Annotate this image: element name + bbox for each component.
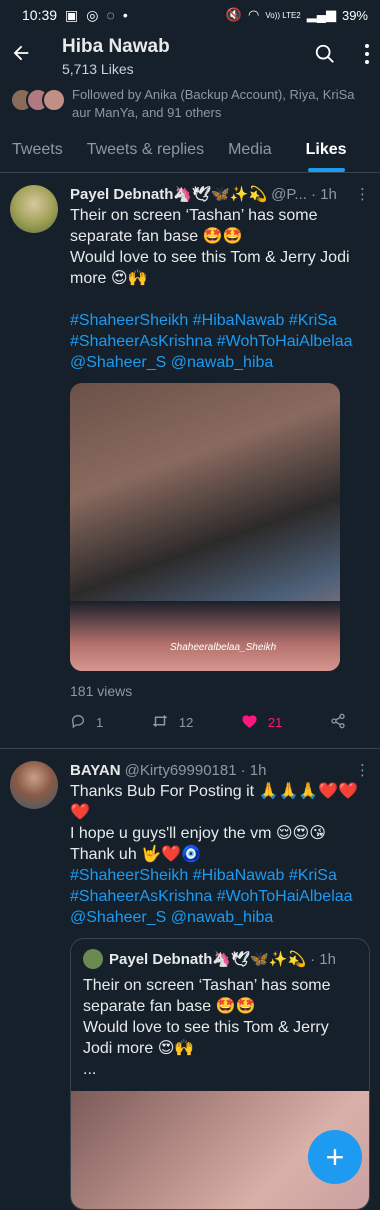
view-count: 181 views <box>70 683 133 699</box>
search-icon[interactable] <box>314 43 336 70</box>
tweet-author-handle[interactable]: @Kirty69990181 <box>125 762 237 779</box>
tab-media[interactable]: Media <box>216 128 284 172</box>
wifi-icon: ◠ <box>247 7 260 22</box>
tweet-video[interactable]: Shaheeralbelaa_Sheikh <box>70 383 340 671</box>
likes-count: 5,713 Likes <box>62 60 134 77</box>
messenger-icon: ◌ <box>106 7 115 23</box>
compose-tweet-button[interactable]: + <box>308 1130 362 1184</box>
tweet-actions: 1 12 21 <box>70 699 370 748</box>
tweet-author-name[interactable]: Payel Debnath🦄🕊🦋✨💫 <box>70 185 267 203</box>
tweet-more-icon[interactable]: ⋮ <box>355 761 370 779</box>
reply-icon <box>70 713 86 732</box>
more-options-icon[interactable] <box>364 43 370 70</box>
tweet-author-name[interactable]: BAYAN <box>70 762 121 779</box>
page-title: Hiba Nawab <box>62 35 170 57</box>
tweet-text: Their on screen ‘Tashan’ has some separa… <box>70 207 350 287</box>
quoted-tweet-text: Their on screen ‘Tashan’ has some separa… <box>83 977 331 1078</box>
tab-tweets[interactable]: Tweets <box>0 128 75 172</box>
followed-by-text: Followed by Anika (Backup Account), Riya… <box>72 87 355 120</box>
share-icon <box>330 713 346 732</box>
tab-label: Tweets & replies <box>86 141 205 158</box>
profile-header: Hiba Nawab 5,713 Likes <box>0 30 380 82</box>
avatar[interactable] <box>10 761 58 809</box>
avatar[interactable] <box>10 185 58 233</box>
status-bar: 10:39 ▣ ◎ ◌ • 🔇 ◠ Vo)) LTE2 ▂▄▆ 39% <box>0 0 380 30</box>
tweet-author-handle[interactable]: @P... <box>271 186 307 203</box>
plus-icon: + <box>325 1139 345 1175</box>
instagram-icon: ◎ <box>86 6 99 23</box>
followed-by[interactable]: Followed by Anika (Backup Account), Riya… <box>0 82 380 128</box>
battery-label: 39% <box>341 7 368 23</box>
quoted-tweet-time: · 1h <box>310 950 336 968</box>
tab-likes[interactable]: Likes <box>294 128 359 172</box>
retweet-count: 12 <box>178 715 194 730</box>
tweet-hashtags[interactable]: #ShaheerSheikh #HibaNawab #KriSa #Shahee… <box>70 865 370 928</box>
gallery-icon: ▣ <box>65 6 79 23</box>
like-count: 21 <box>267 715 283 730</box>
signal-icon: ▂▄▆ <box>306 7 336 22</box>
like-button[interactable]: 21 <box>241 713 282 732</box>
retweet-icon <box>151 713 169 732</box>
dot-icon: • <box>122 7 128 23</box>
tab-label: Tweets <box>12 141 63 158</box>
tweet-time: · 1h <box>310 185 337 203</box>
tweet-time: · 1h <box>240 761 267 779</box>
back-arrow-icon[interactable] <box>10 42 44 71</box>
tweet[interactable]: Payel Debnath🦄🕊🦋✨💫 @P... · 1h ⋮ Their on… <box>0 173 380 749</box>
avatar <box>42 88 66 112</box>
tweet-hashtags[interactable]: #ShaheerSheikh #HibaNawab #KriSa #Shahee… <box>70 310 370 373</box>
tweet-text: Thanks Bub For Posting it 🙏🙏🙏❤️❤️❤️ I ho… <box>70 783 359 863</box>
avatar <box>83 949 103 969</box>
heart-icon <box>241 713 258 732</box>
reply-count: 1 <box>96 715 104 730</box>
tab-label: Media <box>228 141 272 158</box>
network-label: Vo)) LTE2 <box>265 10 301 20</box>
mute-icon: 🔇 <box>225 7 242 22</box>
follower-avatars <box>10 88 66 112</box>
profile-tabs: Tweets Tweets & replies Media Likes <box>0 128 380 173</box>
video-lower-frame <box>70 601 340 671</box>
video-watermark: Shaheeralbelaa_Sheikh <box>170 642 277 653</box>
retweet-button[interactable]: 12 <box>151 713 193 732</box>
reply-button[interactable]: 1 <box>70 713 103 732</box>
tab-label: Likes <box>305 141 347 158</box>
quoted-author-name: Payel Debnath🦄🕊🦋✨💫 <box>109 951 307 968</box>
tweet-more-icon[interactable]: ⋮ <box>355 185 370 203</box>
share-button[interactable] <box>330 713 346 732</box>
status-time: 10:39 <box>22 7 58 23</box>
tab-tweets-replies[interactable]: Tweets & replies <box>75 128 216 172</box>
